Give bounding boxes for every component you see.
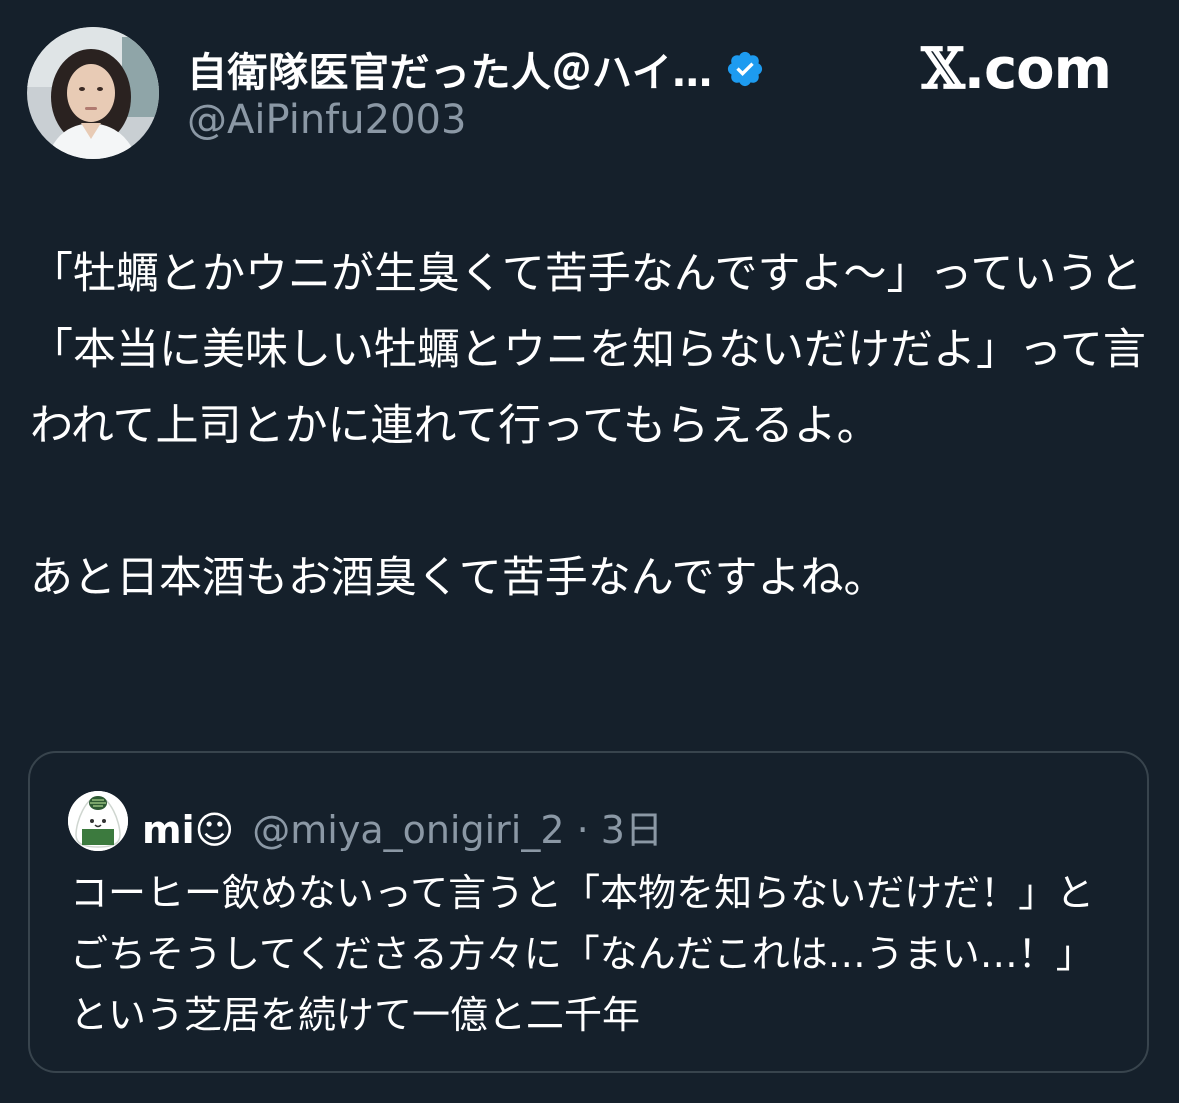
author-handle[interactable]: @AiPinfu2003 bbox=[187, 97, 466, 143]
quoted-author-avatar[interactable] bbox=[68, 791, 128, 851]
x-logo-icon: 𝕏 bbox=[921, 36, 964, 102]
x-com-logo: 𝕏.com bbox=[921, 36, 1112, 102]
quoted-handle-and-time[interactable]: @miya_onigiri_2 · 3日 bbox=[252, 799, 663, 854]
quoted-text: コーヒー飲めないって言うと「本物を知らないだけだ！」とごちそうしてくださる方々に… bbox=[70, 871, 1095, 1037]
author-name-row: 自衛隊医官だった人＠ハイ… bbox=[187, 40, 765, 98]
author-avatar[interactable] bbox=[27, 27, 159, 159]
post-text: 「牡蠣とかウニが生臭くて苦手なんですよ〜」っていうと「本当に美味しい牡蠣とウニを… bbox=[30, 249, 1146, 603]
quoted-header: mi☺ @miya_onigiri_2 · 3日 bbox=[142, 799, 663, 854]
quoted-post[interactable]: mi☺ @miya_onigiri_2 · 3日 コーヒー飲めないって言うと「本… bbox=[28, 751, 1149, 1073]
verified-badge-icon bbox=[725, 49, 765, 89]
quoted-display-name[interactable]: mi☺ bbox=[142, 808, 234, 852]
onigiri-avatar-icon bbox=[68, 791, 128, 851]
brand-suffix: .com bbox=[963, 37, 1112, 102]
avatar-image bbox=[27, 27, 159, 159]
author-display-name[interactable]: 自衛隊医官だった人＠ハイ… bbox=[187, 40, 713, 98]
